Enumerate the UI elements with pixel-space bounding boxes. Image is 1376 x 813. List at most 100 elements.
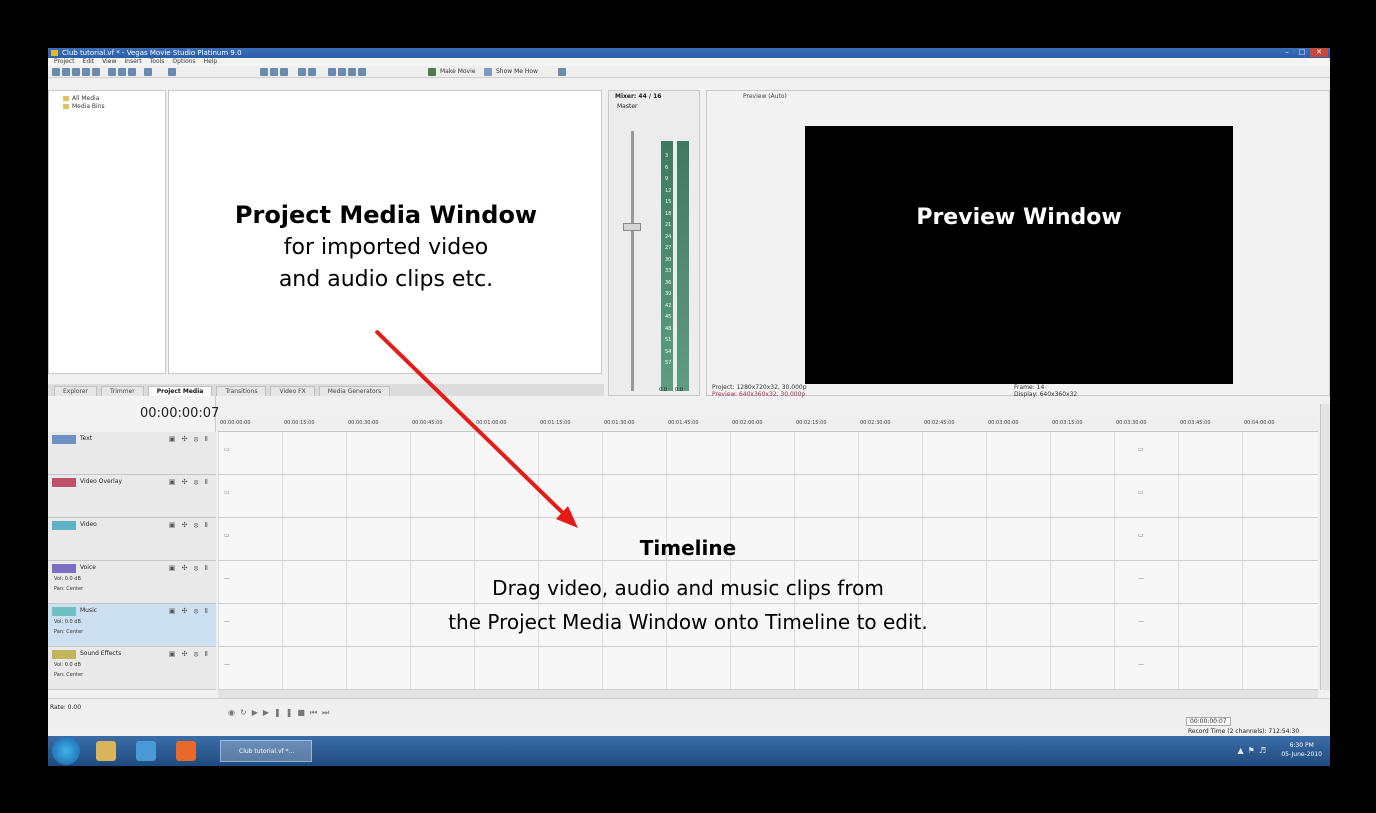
track-volume[interactable]: Vol: 0.0 dB — [54, 619, 81, 625]
track-controls[interactable]: ▣ ✣ ⦻ Ⅱ — [169, 650, 210, 659]
timeline-horizontal-scrollbar[interactable] — [218, 690, 1318, 698]
stop-icon[interactable]: ■ — [297, 708, 310, 717]
grid-line — [858, 432, 859, 690]
grid-line — [346, 432, 347, 690]
network-icon[interactable]: ▲ — [1238, 746, 1248, 755]
help-icon[interactable] — [558, 68, 566, 76]
new-project-icon[interactable] — [52, 68, 60, 76]
tab-project-media[interactable]: Project Media — [147, 386, 213, 396]
vu-scale-tick: 3 — [665, 153, 669, 159]
project-media-window[interactable]: Project Media Window for imported video … — [168, 90, 602, 374]
make-movie-icon[interactable] — [428, 68, 436, 76]
menu-edit[interactable]: Edit — [83, 58, 95, 66]
maximize-icon[interactable]: □ — [1295, 48, 1309, 57]
cut-icon[interactable] — [108, 68, 116, 76]
undo-icon[interactable] — [144, 68, 152, 76]
track-color-icon — [52, 521, 76, 530]
taskbar-task-vegas[interactable]: Club tutorial.vf *... — [220, 740, 312, 762]
envelope-icon[interactable] — [280, 68, 288, 76]
track-controls[interactable]: ▣ ✣ ⦻ Ⅱ — [169, 478, 210, 487]
open-icon[interactable] — [62, 68, 70, 76]
track-header[interactable]: Text ▣ ✣ ⦻ Ⅱ — [48, 432, 216, 475]
redo-icon[interactable] — [168, 68, 176, 76]
tree-item-all-media[interactable]: All Media — [63, 95, 99, 102]
project-media-annotation-title: Project Media Window — [234, 201, 538, 229]
tab-explorer[interactable]: Explorer — [54, 386, 97, 396]
close-icon[interactable]: ✕ — [1310, 48, 1328, 57]
timeline-vertical-scrollbar[interactable] — [1320, 404, 1330, 690]
track-controls[interactable]: ▣ ✣ ⦻ Ⅱ — [169, 435, 210, 444]
timeline-lanes[interactable]: ▭ ▭ ▭ ▭ ▭ ▭ — — — — — — — [218, 432, 1318, 690]
tab-video-fx[interactable]: Video FX — [270, 386, 315, 396]
menu-tools[interactable]: Tools — [150, 58, 165, 66]
track-name: Music — [80, 607, 98, 614]
time-ruler[interactable]: 00:00:00:00 00:00:15:00 00:00:30:00 00:00:4… — [218, 414, 1318, 432]
track-volume[interactable]: Vol: 0.0 dB — [54, 662, 81, 668]
media-bins-tree: All Media Media Bins — [48, 90, 166, 374]
render-icon[interactable] — [92, 68, 100, 76]
zoom-edit-icon[interactable] — [358, 68, 366, 76]
track-pan[interactable]: Pan: Center — [54, 672, 83, 678]
flag-icon[interactable]: ⚑ — [1248, 746, 1259, 755]
envelope-edit-icon[interactable] — [338, 68, 346, 76]
selection-edit-icon[interactable] — [348, 68, 356, 76]
menu-view[interactable]: View — [102, 58, 116, 66]
pause-icon[interactable]: ❚❚ — [274, 708, 297, 717]
track-header[interactable]: Video Overlay ▣ ✣ ⦻ Ⅱ — [48, 475, 216, 518]
show-me-how-button[interactable]: Show Me How — [496, 67, 538, 77]
media-player-icon[interactable] — [176, 741, 196, 761]
track-header[interactable]: Voice ▣ ✣ ⦻ Ⅱ Vol: 0.0 dB Pan: Center — [48, 561, 216, 604]
paste-icon[interactable] — [128, 68, 136, 76]
track-header[interactable]: Sound Effects ▣ ✣ ⦻ Ⅱ Vol: 0.0 dB Pan: Cent… — [48, 647, 216, 690]
menu-options[interactable]: Options — [172, 58, 195, 66]
track-pan[interactable]: Pan: Center — [54, 629, 83, 635]
loop-icon[interactable]: ↻ — [240, 708, 252, 717]
preview-quality-dropdown[interactable]: Preview (Auto) — [743, 93, 787, 100]
taskbar-clock[interactable]: 6:30 PM 05-June-2010 — [1281, 741, 1322, 759]
ignore-grouping-icon[interactable] — [308, 68, 316, 76]
menu-project[interactable]: Project — [54, 58, 75, 66]
explorer-icon[interactable] — [96, 741, 116, 761]
lock-envelope-icon[interactable] — [298, 68, 306, 76]
lane-divider — [218, 646, 1318, 647]
start-button[interactable] — [52, 737, 80, 765]
volume-icon[interactable]: ♬ — [1259, 746, 1270, 755]
track-name: Video Overlay — [80, 478, 123, 485]
normal-edit-icon[interactable] — [328, 68, 336, 76]
ruler-tick: 00:02:30:00 — [860, 420, 891, 426]
copy-icon[interactable] — [118, 68, 126, 76]
track-pan[interactable]: Pan: Center — [54, 586, 83, 592]
tab-media-generators[interactable]: Media Generators — [318, 386, 391, 396]
track-header[interactable]: Video ▣ ✣ ⦻ Ⅱ — [48, 518, 216, 561]
track-controls[interactable]: ▣ ✣ ⦻ Ⅱ — [169, 564, 210, 573]
menu-insert[interactable]: Insert — [124, 58, 141, 66]
tab-transitions[interactable]: Transitions — [216, 386, 267, 396]
play-icon[interactable]: ▶ — [263, 708, 274, 717]
go-to-start-icon[interactable]: ⏮ — [310, 708, 322, 717]
go-to-end-icon[interactable]: ⏭ — [322, 708, 334, 717]
properties-icon[interactable] — [82, 68, 90, 76]
menu-help[interactable]: Help — [204, 58, 218, 66]
lane-divider — [218, 517, 1318, 518]
grid-line — [474, 432, 475, 690]
playback-rate[interactable]: Rate: 0.00 — [50, 704, 81, 711]
track-volume[interactable]: Vol: 0.0 dB — [54, 576, 81, 582]
master-fader[interactable] — [623, 223, 641, 231]
track-header[interactable]: Music ▣ ✣ ⦻ Ⅱ Vol: 0.0 dB Pan: Center — [48, 604, 216, 647]
record-icon[interactable]: ◉ — [228, 708, 240, 717]
vu-scale-tick: 9 — [665, 176, 669, 182]
make-movie-button[interactable]: Make Movie — [440, 67, 475, 77]
play-from-start-icon[interactable]: ▶ — [252, 708, 263, 717]
snap-icon[interactable] — [260, 68, 268, 76]
auto-ripple-icon[interactable] — [270, 68, 278, 76]
save-icon[interactable] — [72, 68, 80, 76]
vu-scale-tick: 39 — [665, 291, 672, 297]
tree-item-media-bins[interactable]: Media Bins — [63, 103, 105, 110]
tab-trimmer[interactable]: Trimmer — [100, 386, 144, 396]
track-controls[interactable]: ▣ ✣ ⦻ Ⅱ — [169, 607, 210, 616]
internet-explorer-icon[interactable] — [136, 741, 156, 761]
track-marker-icon: ▭ — [1138, 489, 1144, 496]
minimize-icon[interactable]: – — [1280, 48, 1294, 57]
track-controls[interactable]: ▣ ✣ ⦻ Ⅱ — [169, 521, 210, 530]
show-me-how-icon[interactable] — [484, 68, 492, 76]
